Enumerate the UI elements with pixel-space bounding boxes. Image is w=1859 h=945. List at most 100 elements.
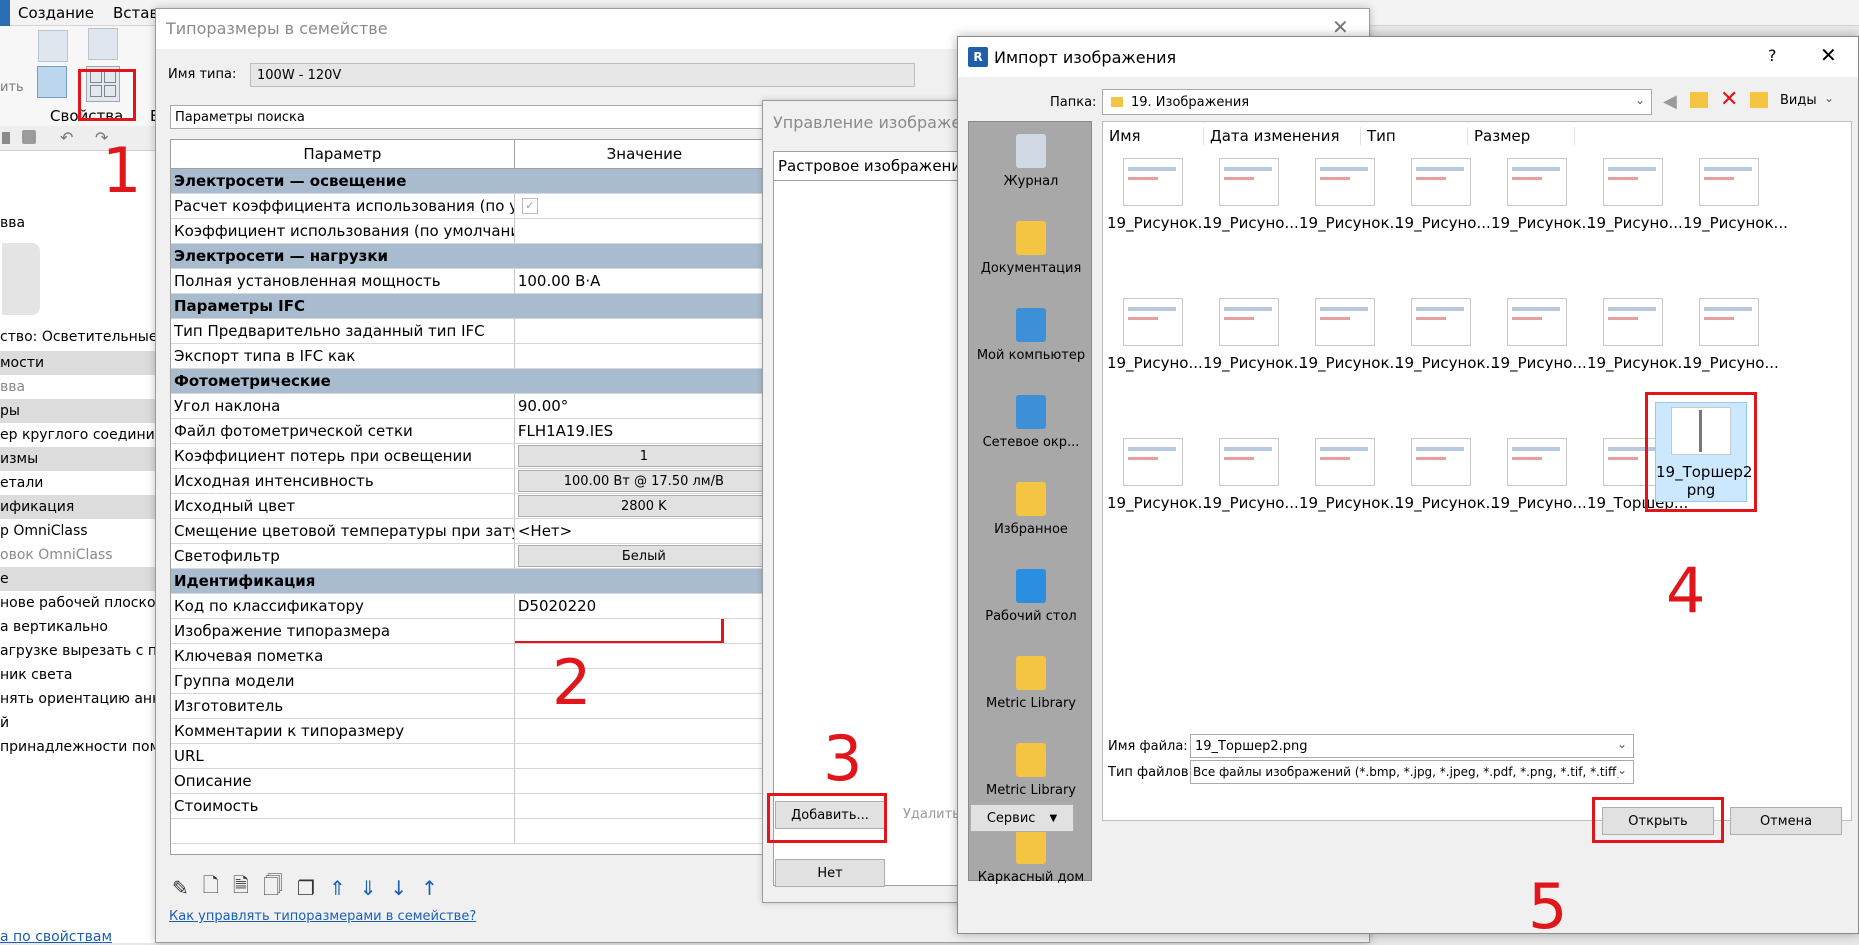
- file-item[interactable]: 19_Рисуно...: [1107, 298, 1203, 372]
- sort-ascending-icon[interactable]: ↓: [390, 876, 407, 900]
- chevron-down-icon[interactable]: ⌄: [1824, 91, 1834, 105]
- column-date[interactable]: Дата изменения: [1204, 127, 1361, 145]
- folder-value: 19. Изображения: [1131, 94, 1250, 110]
- file-name: 19_Рисунок...: [1587, 354, 1692, 372]
- file-item[interactable]: 19_Рисуно...: [1203, 158, 1299, 232]
- model-icon[interactable]: [22, 130, 36, 144]
- palette-group[interactable]: измы: [0, 447, 160, 471]
- delete-icon[interactable]: ✕: [1720, 87, 1738, 112]
- close-icon[interactable]: ✕: [1820, 43, 1837, 67]
- palette-group[interactable]: мости: [0, 351, 160, 375]
- palette-item[interactable]: принадлежности пом: [0, 735, 160, 759]
- column-header-parameter[interactable]: Параметр: [171, 140, 515, 168]
- palette-item[interactable]: етали: [0, 471, 160, 495]
- family-types-help-link[interactable]: Как управлять типоразмерами в семействе?: [169, 909, 476, 924]
- file-item[interactable]: 19_Рисуно...: [1491, 298, 1587, 372]
- file-item[interactable]: 19_Рисунок...: [1491, 158, 1596, 232]
- column-header-raster[interactable]: Растровое изображение: [774, 152, 972, 181]
- parameter-value-button[interactable]: Белый: [517, 545, 770, 567]
- palette-item[interactable]: р OmniClass: [0, 519, 160, 543]
- move-up-icon[interactable]: ⇑: [329, 876, 346, 900]
- file-item[interactable]: 19_Рисунок...: [1395, 298, 1500, 372]
- cancel-button[interactable]: Отмена: [1730, 807, 1842, 835]
- parameter-name: Полная установленная мощность: [171, 269, 515, 294]
- parameter-name: Расчет коэффициента использования (по ум…: [171, 194, 515, 219]
- palette-group[interactable]: е: [0, 567, 160, 591]
- new-folder-icon[interactable]: [1750, 92, 1768, 108]
- move-down-icon[interactable]: ⇓: [360, 876, 377, 900]
- places-item[interactable]: Metric Library: [969, 656, 1093, 731]
- file-thumbnail: [1411, 438, 1471, 486]
- ribbon-app-button[interactable]: [0, 0, 10, 26]
- file-item[interactable]: 19_Рисунок...: [1299, 158, 1404, 232]
- ribbon-tool-icon[interactable]: [38, 30, 68, 62]
- file-item[interactable]: 19_Рисуно...: [1587, 158, 1683, 232]
- filename-input[interactable]: 19_Торшер2.png ⌄: [1190, 734, 1634, 758]
- type-name-select[interactable]: 100W - 120V: [250, 63, 915, 87]
- rename-type-icon[interactable]: 🗎: [233, 871, 249, 905]
- delete-image-button[interactable]: Удалить: [903, 807, 960, 822]
- family-category-icon[interactable]: [37, 66, 67, 98]
- file-item[interactable]: 19_Рисунок...: [1395, 438, 1500, 512]
- service-button[interactable]: Сервис ▼: [970, 804, 1074, 832]
- delete-type-icon[interactable]: 🗍: [263, 871, 283, 905]
- file-item[interactable]: 19_Рисуно...: [1491, 438, 1587, 512]
- file-item[interactable]: 19_Рисунок...: [1203, 298, 1308, 372]
- places-item[interactable]: Документация: [969, 221, 1093, 296]
- duplicate-type-icon[interactable]: ❐: [297, 876, 315, 900]
- file-item[interactable]: 19_Рисунок...: [1107, 438, 1212, 512]
- palette-list: мости вва ры ер круглого соедините измы …: [0, 351, 172, 759]
- places-item[interactable]: Сетевое окр...: [969, 395, 1093, 470]
- ribbon-tool-icon[interactable]: [88, 28, 118, 60]
- parameter-value-button[interactable]: 1: [517, 445, 770, 467]
- column-size[interactable]: Размер: [1468, 127, 1575, 145]
- file-item[interactable]: 19_Рисунок...: [1299, 438, 1404, 512]
- column-name[interactable]: Имя: [1103, 127, 1204, 145]
- views-menu[interactable]: Виды: [1780, 93, 1817, 108]
- back-arrow-icon[interactable]: ◀: [1663, 91, 1677, 112]
- folder-select[interactable]: 19. Изображения ⌄: [1102, 89, 1652, 115]
- column-type[interactable]: Тип: [1361, 127, 1468, 145]
- palette-item[interactable]: а вертикально: [0, 615, 160, 639]
- palette-item[interactable]: агрузке вырезать с по: [0, 639, 166, 663]
- help-button[interactable]: ?: [1768, 46, 1777, 65]
- type-selector[interactable]: ство: Осветительные п: [0, 329, 171, 345]
- file-item[interactable]: 19_Рисуно...: [1683, 298, 1779, 372]
- filetype-label: Тип файлов:: [1108, 765, 1193, 780]
- new-type-icon[interactable]: 🗋: [203, 871, 219, 905]
- up-folder-icon[interactable]: [1690, 92, 1708, 108]
- palette-item[interactable]: ер круглого соедините: [0, 423, 172, 447]
- palette-item[interactable]: нять ориентацию анн: [0, 687, 161, 711]
- ribbon-tab-create[interactable]: Создание: [18, 4, 94, 22]
- palette-item[interactable]: ник света: [0, 663, 160, 687]
- places-item[interactable]: Журнал: [969, 134, 1093, 209]
- sort-descending-icon[interactable]: ↑: [421, 876, 438, 900]
- parameter-name: Ключевая пометка: [171, 644, 515, 669]
- places-item[interactable]: Рабочий стол: [969, 569, 1093, 644]
- file-item[interactable]: 19_Рисуно...: [1395, 158, 1491, 232]
- save-icon[interactable]: [2, 132, 10, 144]
- places-item[interactable]: Каркасный дом: [969, 830, 1093, 905]
- file-item[interactable]: 19_Рисунок...: [1587, 298, 1692, 372]
- raster-images-list[interactable]: Растровое изображение: [773, 151, 973, 886]
- parameter-value-button[interactable]: 2800 K: [517, 495, 770, 517]
- checkbox[interactable]: ✓: [521, 198, 538, 214]
- file-item[interactable]: 19_Рисунок...: [1299, 298, 1404, 372]
- places-item[interactable]: Избранное: [969, 482, 1093, 557]
- places-item[interactable]: Мой компьютер: [969, 308, 1093, 383]
- palette-item[interactable]: нове рабочей плоскос: [0, 591, 163, 615]
- undo-icon[interactable]: ↶: [60, 128, 73, 147]
- file-item[interactable]: 19_Рисунок...: [1107, 158, 1212, 232]
- chevron-down-icon: ▼: [1049, 812, 1058, 824]
- places-label: Metric Library: [985, 783, 1076, 798]
- parameter-value-button[interactable]: 100.00 Вт @ 17.50 лм/В: [517, 470, 770, 492]
- file-item[interactable]: 19_Рисуно...: [1203, 438, 1299, 512]
- filetype-select[interactable]: Все файлы изображений (*.bmp, *.jpg, *.j…: [1190, 760, 1634, 784]
- edit-pencil-icon[interactable]: ✎: [172, 876, 189, 900]
- file-item[interactable]: 19_Рисунок...: [1683, 158, 1788, 232]
- file-name: 19_Рисуно...: [1587, 214, 1683, 232]
- none-image-button[interactable]: Нет: [775, 859, 885, 887]
- palette-group[interactable]: ификация: [0, 495, 160, 519]
- palette-item[interactable]: й: [0, 711, 160, 735]
- palette-group[interactable]: ры: [0, 399, 160, 423]
